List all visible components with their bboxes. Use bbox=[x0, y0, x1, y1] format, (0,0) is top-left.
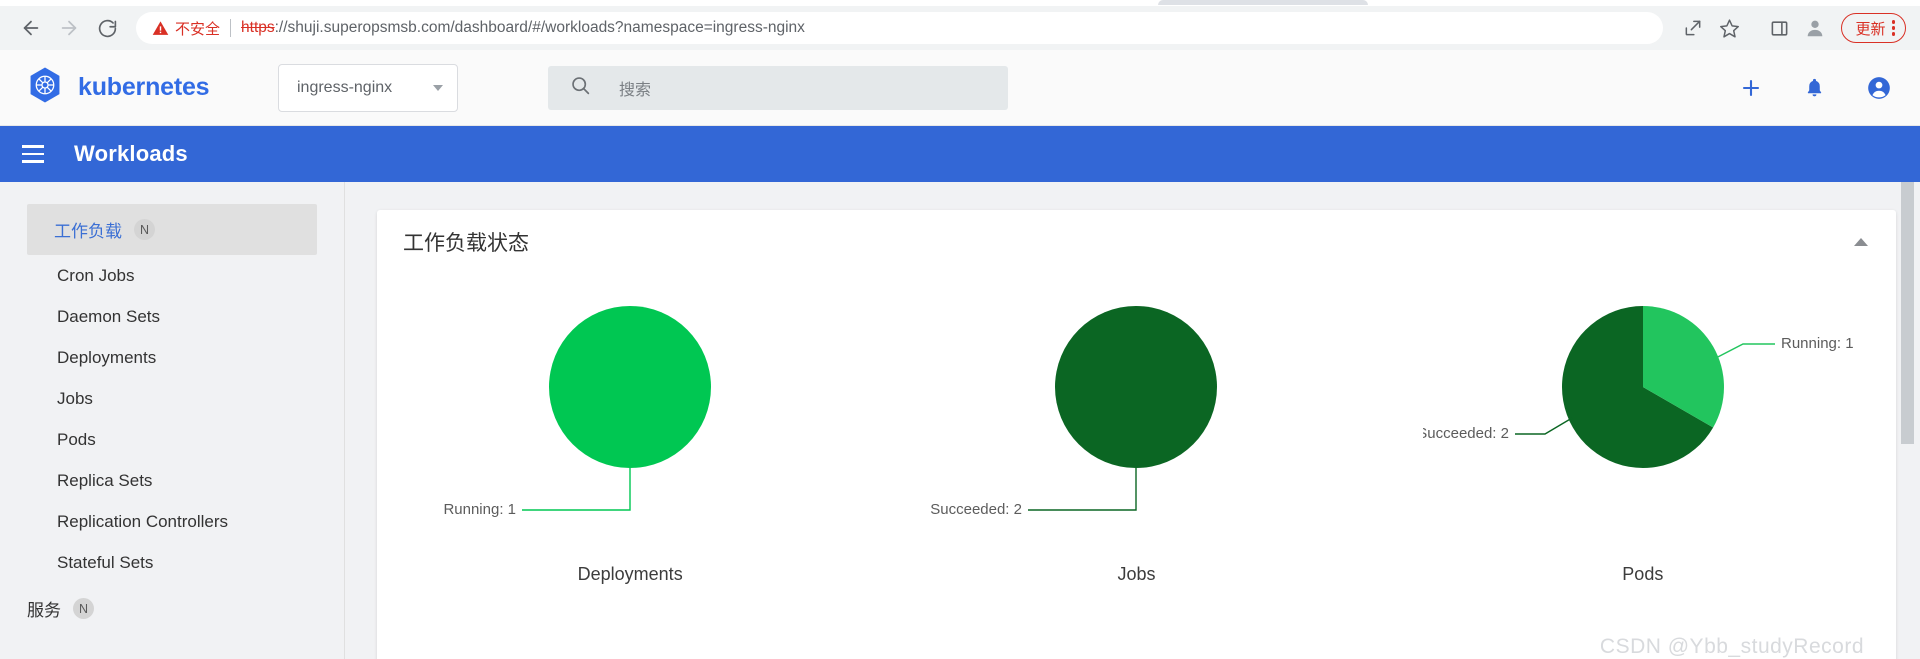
search-input[interactable]: 搜索 bbox=[548, 65, 1008, 110]
kebab-menu-icon[interactable] bbox=[1891, 20, 1895, 36]
profile-avatar-icon[interactable] bbox=[1799, 12, 1831, 44]
chart-caption: Deployments bbox=[577, 564, 683, 584]
sidebar-item-label: Jobs bbox=[57, 388, 93, 408]
search-icon bbox=[570, 75, 591, 101]
namespace-scope-badge: N bbox=[73, 598, 94, 619]
page-title: Workloads bbox=[74, 141, 188, 166]
side-panel-icon[interactable] bbox=[1763, 12, 1795, 44]
chevron-down-icon bbox=[433, 84, 443, 91]
sidebar-item-label: 服务 bbox=[27, 601, 61, 620]
search-placeholder: 搜索 bbox=[619, 81, 652, 99]
sidebar-nav: 工作负载 N Cron Jobs Daemon Sets Deployments… bbox=[0, 182, 345, 659]
sidebar-item-label: Daemon Sets bbox=[57, 306, 160, 326]
pie-chart-deployments[interactable]: Running: 1 bbox=[410, 282, 850, 552]
chevron-up-icon[interactable] bbox=[1854, 238, 1868, 246]
pie-label-succeeded: Succeeded: 2 bbox=[1423, 425, 1509, 442]
hamburger-menu-icon[interactable] bbox=[22, 145, 44, 163]
kubernetes-helm-logo-icon bbox=[26, 66, 64, 109]
sidebar-item-daemon-sets[interactable]: Daemon Sets bbox=[0, 296, 344, 337]
workload-status-card: 工作负载状态 Running: 1 Deployments Succeeded:… bbox=[377, 210, 1896, 659]
dashboard-header: kubernetes ingress-nginx 搜索 bbox=[0, 50, 1920, 126]
page-titlebar: Workloads bbox=[0, 126, 1920, 182]
address-bar[interactable]: 不安全 https://shuji.superopsmsb.com/dashbo… bbox=[136, 12, 1664, 44]
not-secure-label: 不安全 bbox=[175, 20, 221, 38]
omnibox-divider bbox=[230, 19, 232, 37]
pie-chart-pods[interactable]: Running: 1 Succeeded: 2 bbox=[1417, 282, 1863, 552]
charts-row: Running: 1 Deployments Succeeded: 2 Jobs… bbox=[377, 274, 1896, 585]
sidebar-item-label: Replication Controllers bbox=[57, 511, 229, 531]
content-scrollbar[interactable] bbox=[1901, 182, 1914, 659]
chart-caption: Jobs bbox=[1117, 564, 1156, 584]
sidebar-item-stateful-sets[interactable]: Stateful Sets bbox=[0, 542, 344, 583]
sidebar-item-cron-jobs[interactable]: Cron Jobs bbox=[0, 255, 344, 296]
star-icon[interactable] bbox=[1713, 12, 1745, 44]
url-rest: ://shuji.superopsmsb.com/dashboard/#/wor… bbox=[274, 19, 805, 36]
app-body: 工作负载 N Cron Jobs Daemon Sets Deployments… bbox=[0, 182, 1920, 659]
chart-pods: Running: 1 Succeeded: 2 Pods bbox=[1390, 282, 1896, 585]
card-title: 工作负载状态 bbox=[403, 232, 529, 255]
brand-name: kubernetes bbox=[78, 73, 210, 101]
sidebar-item-services[interactable]: 服务 N bbox=[0, 583, 317, 634]
update-label: 更新 bbox=[1855, 20, 1886, 38]
sidebar-item-workloads[interactable]: 工作负载 N bbox=[27, 204, 317, 255]
sidebar-item-replica-sets[interactable]: Replica Sets bbox=[0, 460, 344, 501]
sidebar-item-label: Deployments bbox=[57, 347, 157, 367]
sidebar-item-label: Stateful Sets bbox=[57, 552, 154, 572]
browser-toolbar: 不安全 https://shuji.superopsmsb.com/dashbo… bbox=[0, 6, 1920, 50]
namespace-scope-badge: N bbox=[134, 219, 155, 240]
brand-logo[interactable]: kubernetes bbox=[26, 66, 278, 109]
chart-jobs: Succeeded: 2 Jobs bbox=[883, 282, 1389, 585]
sidebar-item-label: Replica Sets bbox=[57, 470, 153, 490]
pie-label-running: Running: 1 bbox=[1781, 335, 1854, 352]
url-text: https://shuji.superopsmsb.com/dashboard/… bbox=[241, 19, 805, 37]
url-scheme: https bbox=[241, 19, 275, 36]
sidebar-item-deployments[interactable]: Deployments bbox=[0, 337, 344, 378]
scrollbar-thumb[interactable] bbox=[1901, 182, 1914, 444]
browser-tab-strip bbox=[0, 0, 1920, 6]
plus-icon[interactable] bbox=[1739, 76, 1763, 100]
sidebar-item-label: 工作负载 bbox=[54, 222, 122, 241]
watermark-text: CSDN @Ybb_studyRecord bbox=[1599, 635, 1864, 658]
sidebar-item-replication-controllers[interactable]: Replication Controllers bbox=[0, 501, 344, 542]
namespace-selector[interactable]: ingress-nginx bbox=[278, 63, 458, 112]
sidebar-item-jobs[interactable]: Jobs bbox=[0, 378, 344, 419]
not-secure-warning-icon bbox=[152, 20, 169, 37]
header-actions bbox=[1739, 75, 1892, 101]
bell-icon[interactable] bbox=[1803, 76, 1826, 99]
chart-caption: Pods bbox=[1622, 564, 1664, 584]
chart-deployments: Running: 1 Deployments bbox=[377, 282, 883, 585]
sidebar-item-label: Pods bbox=[57, 429, 96, 449]
back-arrow-icon[interactable] bbox=[14, 11, 48, 45]
update-button[interactable]: 更新 bbox=[1841, 13, 1906, 43]
pie-chart-jobs[interactable]: Succeeded: 2 bbox=[916, 282, 1356, 552]
main-content: 工作负载状态 Running: 1 Deployments Succeeded:… bbox=[345, 182, 1920, 659]
sidebar-item-label: Cron Jobs bbox=[57, 265, 135, 285]
reload-icon[interactable] bbox=[90, 11, 124, 45]
pie-label-succeeded: Succeeded: 2 bbox=[931, 501, 1023, 518]
pie-label-running: Running: 1 bbox=[444, 501, 517, 518]
forward-arrow-icon[interactable] bbox=[52, 11, 86, 45]
share-icon[interactable] bbox=[1677, 12, 1709, 44]
browser-tab[interactable] bbox=[1158, 0, 1368, 5]
namespace-value: ingress-nginx bbox=[297, 78, 393, 96]
card-header: 工作负载状态 bbox=[377, 210, 1896, 274]
account-circle-icon[interactable] bbox=[1866, 75, 1892, 101]
sidebar-item-pods[interactable]: Pods bbox=[0, 419, 344, 460]
